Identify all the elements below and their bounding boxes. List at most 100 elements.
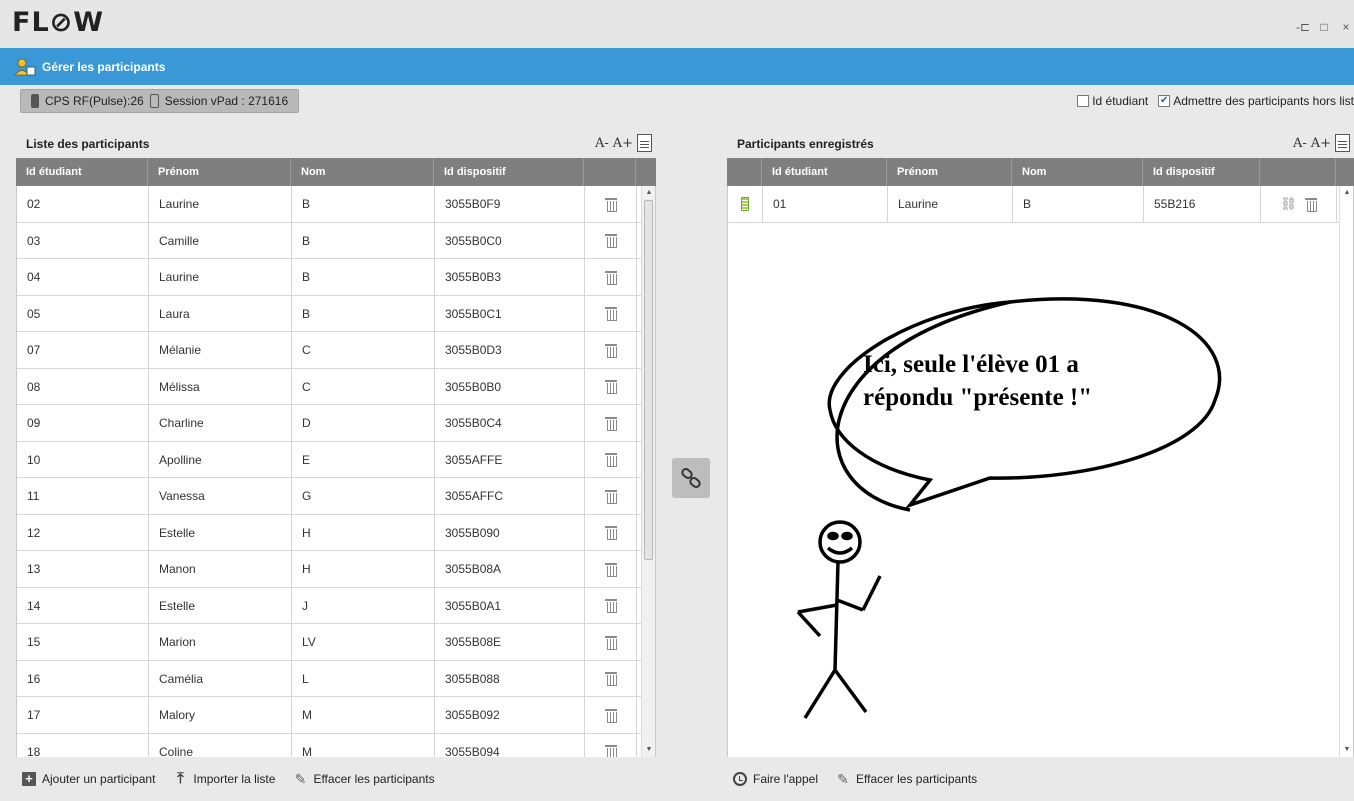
clear-participants-button[interactable]: ✎ Effacer les participants xyxy=(293,772,435,786)
table-row[interactable]: 02 Laurine B 3055B0F9 xyxy=(17,186,655,223)
annotation-line-1: Ici, seule l'élève 01 a xyxy=(863,351,1079,378)
column-header-first-name[interactable]: Prénom xyxy=(148,158,291,186)
cell-student-id: 17 xyxy=(17,697,149,733)
row-actions xyxy=(585,259,637,295)
id-etudiant-checkbox[interactable] xyxy=(1077,95,1090,107)
cell-student-id: 07 xyxy=(17,332,149,368)
trash-icon[interactable] xyxy=(604,562,617,577)
trash-icon[interactable] xyxy=(604,416,617,431)
trash-icon[interactable] xyxy=(604,306,617,322)
trash-icon[interactable] xyxy=(604,708,617,723)
add-participant-button[interactable]: + Ajouter un participant xyxy=(22,772,155,786)
table-row[interactable]: 11 Vanessa G 3055AFFC xyxy=(17,478,655,515)
table-row[interactable]: 08 Mélissa C 3055B0B0 xyxy=(17,368,655,405)
section-header: Gérer les participants xyxy=(0,48,1354,85)
scroll-down-arrow-icon-right[interactable]: ▼ xyxy=(1340,743,1353,757)
table-row[interactable]: 10 Apolline E 3055AFFE xyxy=(17,441,655,478)
table-row[interactable]: 01 Laurine B 55B216 ⛓ xyxy=(728,186,1353,223)
scrollbar-thumb[interactable] xyxy=(644,200,653,560)
maximize-window-icon[interactable]: □ xyxy=(1318,20,1330,34)
cell-last-name: L xyxy=(292,660,435,696)
trash-icon[interactable] xyxy=(604,598,617,614)
options-checkboxes: Id étudiant ✔ Admettre des participants … xyxy=(1077,94,1354,108)
trash-icon[interactable] xyxy=(604,233,617,249)
export-sheet-icon[interactable] xyxy=(637,134,652,152)
admit-outside-list-checkbox[interactable]: ✔ xyxy=(1158,95,1171,107)
font-increase-button[interactable]: A+ xyxy=(613,136,633,151)
battery-icon xyxy=(741,196,749,211)
table-row[interactable]: 14 Estelle J 3055B0A1 xyxy=(17,587,655,624)
column-header-first-name-right[interactable]: Prénom xyxy=(887,158,1012,186)
participants-icon xyxy=(14,58,36,75)
annotation-line-2: répondu "présente !" xyxy=(863,384,1093,411)
scroll-up-arrow-icon-right[interactable]: ▲ xyxy=(1340,186,1353,200)
scroll-up-arrow-icon[interactable]: ▲ xyxy=(642,186,655,200)
trash-icon[interactable] xyxy=(604,343,617,358)
roll-call-button[interactable]: Faire l'appel xyxy=(733,772,818,786)
import-list-button[interactable]: ⤒ Importer la liste xyxy=(173,771,275,786)
column-header-device-id[interactable]: Id dispositif xyxy=(434,158,584,186)
cell-last-name: B xyxy=(292,186,435,222)
font-decrease-button-right[interactable]: A- xyxy=(1293,136,1307,151)
export-sheet-icon-right[interactable] xyxy=(1335,134,1350,152)
cell-first-name: Camélia xyxy=(149,660,292,696)
cell-student-id: 16 xyxy=(17,660,149,696)
row-actions xyxy=(585,660,637,696)
registered-participants-header: Participants enregistrés A- A+ xyxy=(727,132,1354,158)
id-etudiant-option[interactable]: Id étudiant xyxy=(1077,94,1148,108)
unlink-icon[interactable]: ⛓ xyxy=(1280,186,1297,222)
column-header-student-id[interactable]: Id étudiant xyxy=(16,158,148,186)
column-header-last-name[interactable]: Nom xyxy=(291,158,434,186)
table-row[interactable]: 17 Malory M 3055B092 xyxy=(17,697,655,734)
cell-last-name: M xyxy=(292,733,435,757)
table-row[interactable]: 07 Mélanie C 3055B0D3 xyxy=(17,332,655,369)
column-header-device-id-right[interactable]: Id dispositif xyxy=(1143,158,1260,186)
font-increase-button-right[interactable]: A+ xyxy=(1311,136,1331,151)
cell-first-name: Laurine xyxy=(149,259,292,295)
table-row[interactable]: 12 Estelle H 3055B090 xyxy=(17,514,655,551)
trash-icon[interactable] xyxy=(604,270,617,285)
participant-list-table-header: Id étudiant Prénom Nom Id dispositif xyxy=(16,158,656,186)
trash-icon[interactable] xyxy=(604,635,617,650)
trash-icon[interactable] xyxy=(1304,197,1317,212)
close-window-icon[interactable]: × xyxy=(1340,20,1352,34)
trash-icon[interactable] xyxy=(604,452,617,468)
cell-first-name: Charline xyxy=(149,405,292,441)
table-row[interactable]: 03 Camille B 3055B0C0 xyxy=(17,222,655,259)
table-row[interactable]: 18 Coline M 3055B094 xyxy=(17,733,655,757)
trash-icon[interactable] xyxy=(604,197,617,212)
font-decrease-button[interactable]: A- xyxy=(595,136,609,151)
trash-icon[interactable] xyxy=(604,379,617,395)
cell-first-name: Mélissa xyxy=(149,368,292,404)
clear-registered-button[interactable]: ✎ Effacer les participants xyxy=(836,772,977,786)
table-row[interactable]: 15 Marion LV 3055B08E xyxy=(17,624,655,661)
trash-icon[interactable] xyxy=(604,489,617,504)
row-actions xyxy=(585,551,637,587)
title-bar: FL⊘W -⊏ □ × xyxy=(0,0,1354,48)
participant-list-scrollbar[interactable]: ▲ ▼ xyxy=(641,186,655,757)
registered-participants-title: Participants enregistrés xyxy=(737,137,874,151)
participant-list-panel: Liste des participants A- A+ Id étudiant… xyxy=(16,132,656,801)
table-row[interactable]: 13 Manon H 3055B08A xyxy=(17,551,655,588)
trash-icon[interactable] xyxy=(604,744,617,757)
table-row[interactable]: 09 Charline D 3055B0C4 xyxy=(17,405,655,442)
cell-device-id: 3055B0C0 xyxy=(435,222,585,258)
registered-participants-panel: Participants enregistrés A- A+ Id étudia… xyxy=(727,132,1354,801)
rf-status-label: CPS RF(Pulse):26 xyxy=(45,94,144,108)
table-row[interactable]: 16 Camélia L 3055B088 xyxy=(17,660,655,697)
table-row[interactable]: 04 Laurine B 3055B0B3 xyxy=(17,259,655,296)
trash-icon[interactable] xyxy=(604,671,617,687)
section-title: Gérer les participants xyxy=(42,59,166,74)
cell-last-name: D xyxy=(292,405,435,441)
link-participant-button[interactable] xyxy=(672,458,710,498)
cell-student-id: 14 xyxy=(17,587,149,623)
scroll-down-arrow-icon[interactable]: ▼ xyxy=(642,743,655,757)
column-header-student-id-right[interactable]: Id étudiant xyxy=(762,158,887,186)
participant-list-footer: + Ajouter un participant ⤒ Importer la l… xyxy=(16,757,656,801)
admit-outside-list-option[interactable]: ✔ Admettre des participants hors list xyxy=(1158,94,1354,108)
trash-icon[interactable] xyxy=(604,525,617,541)
pin-window-icon[interactable]: -⊏ xyxy=(1296,20,1310,34)
registered-scrollbar[interactable]: ▲ ▼ xyxy=(1339,186,1353,757)
table-row[interactable]: 05 Laura B 3055B0C1 xyxy=(17,295,655,332)
column-header-last-name-right[interactable]: Nom xyxy=(1012,158,1143,186)
